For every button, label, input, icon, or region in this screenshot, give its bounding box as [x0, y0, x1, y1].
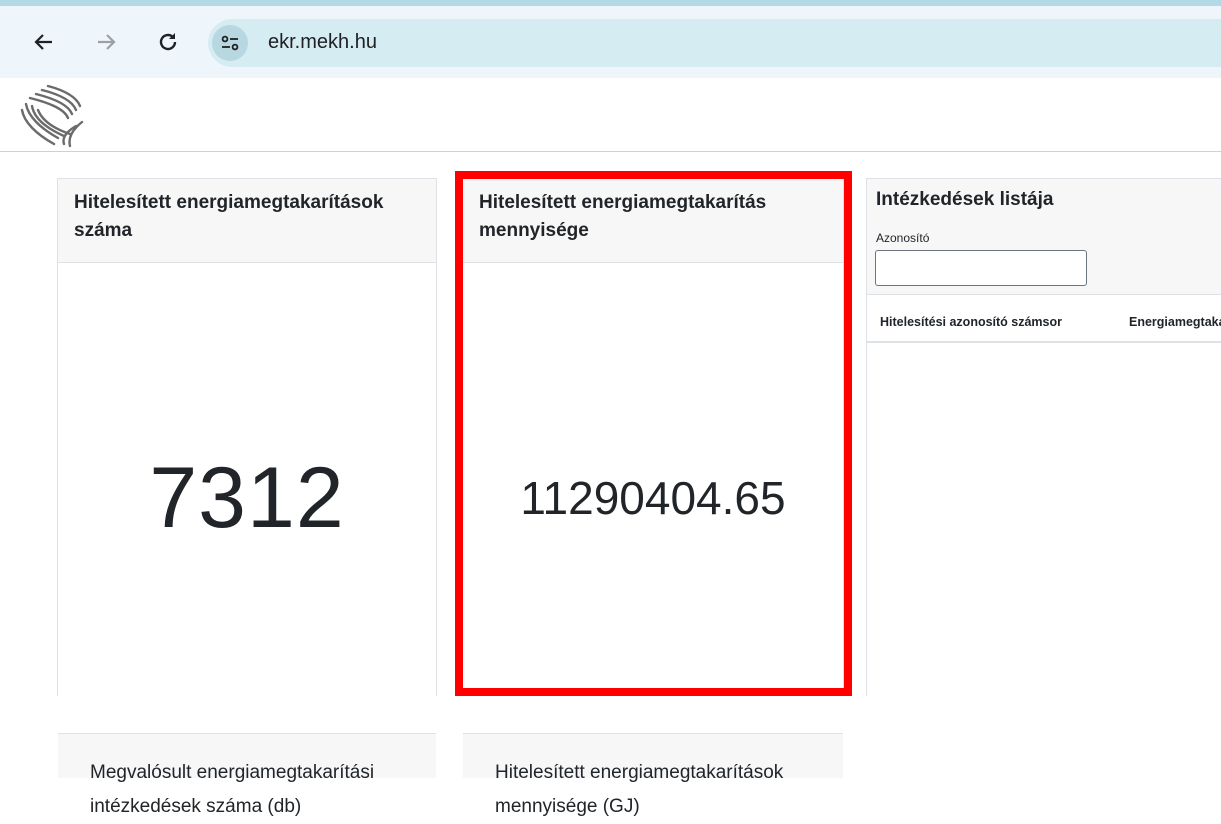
column-header-id[interactable]: Hitelesítési azonosító számsor	[880, 315, 1062, 329]
mekh-logo-icon[interactable]	[18, 82, 96, 148]
forward-arrow-icon[interactable]	[88, 24, 124, 60]
id-field-label: Azonosító	[876, 231, 930, 245]
measures-list-card: Intézkedések listája Azonosító Hitelesít…	[866, 178, 1221, 696]
savings-count-value: 7312	[149, 449, 345, 546]
site-settings-icon[interactable]	[212, 25, 248, 61]
table-header-row: Hitelesítési azonosító számsor Energiame…	[867, 295, 1221, 343]
reload-icon[interactable]	[150, 24, 186, 60]
site-header	[0, 78, 1221, 152]
browser-toolbar: ekr.mekh.hu	[0, 0, 1221, 78]
card-footer: Hitelesített energiamegtakarítások menny…	[463, 733, 843, 817]
address-bar[interactable]: ekr.mekh.hu	[208, 19, 1221, 67]
back-arrow-icon[interactable]	[26, 24, 62, 60]
list-title: Intézkedések listája	[876, 189, 1054, 210]
card-body: 11290404.65	[463, 263, 843, 733]
card-footer: Megvalósult energiamegtakarítási intézke…	[58, 733, 436, 817]
column-header-energy[interactable]: Energiamegtakarítás	[1129, 315, 1221, 329]
verified-savings-amount-card: Hitelesített energiamegtakarítás mennyis…	[462, 178, 844, 817]
list-header: Intézkedések listája Azonosító	[867, 179, 1221, 295]
card-header: Hitelesített energiamegtakarítás mennyis…	[463, 179, 843, 263]
url-text[interactable]: ekr.mekh.hu	[268, 31, 377, 54]
savings-amount-value: 11290404.65	[520, 472, 786, 524]
card-header: Hitelesített energiamegtakarítások száma	[58, 179, 436, 263]
id-filter-input[interactable]	[875, 250, 1087, 286]
verified-savings-count-card: Hitelesített energiamegtakarítások száma…	[57, 178, 437, 817]
card-body: 7312	[58, 263, 436, 733]
